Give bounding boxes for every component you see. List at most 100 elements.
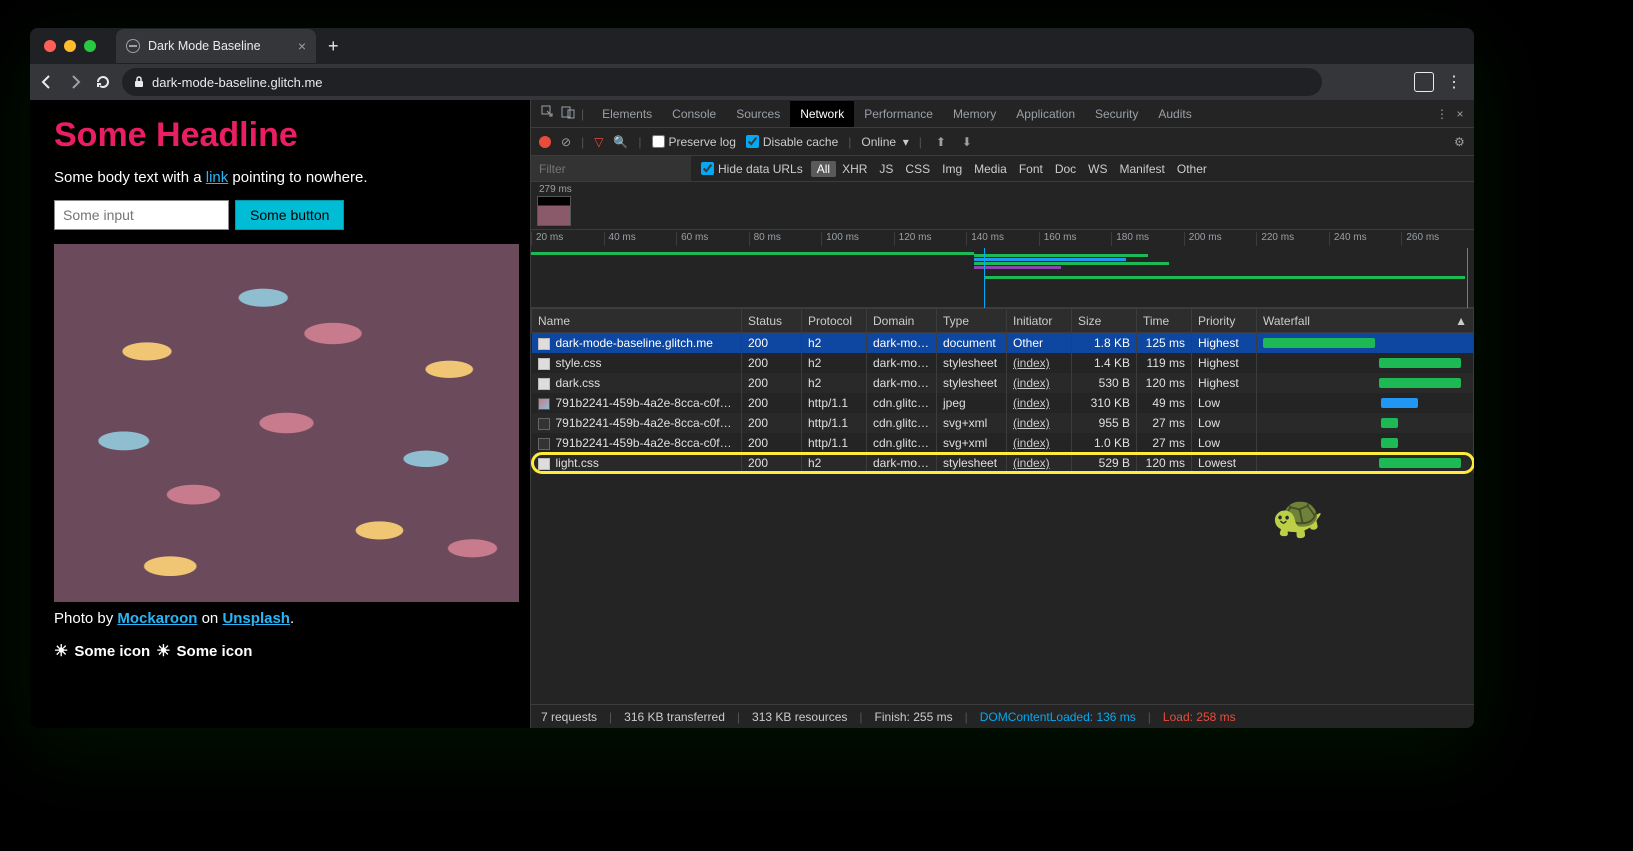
window-controls bbox=[38, 40, 102, 52]
filter-chip-xhr[interactable]: XHR bbox=[836, 161, 873, 177]
overview-strip[interactable]: 279 ms bbox=[531, 182, 1474, 230]
filter-chip-all[interactable]: All bbox=[811, 161, 836, 177]
ruler-tick: 160 ms bbox=[1039, 232, 1112, 246]
filter-icon[interactable]: ▽ bbox=[594, 135, 603, 149]
icon-label-2: Some icon bbox=[177, 643, 253, 660]
file-icon bbox=[538, 458, 550, 470]
ruler-tick: 20 ms bbox=[531, 232, 604, 246]
hide-data-urls-checkbox[interactable]: Hide data URLs bbox=[701, 162, 803, 176]
network-row[interactable]: 791b2241-459b-4a2e-8cca-c0fdc2…200http/1… bbox=[532, 413, 1474, 433]
gear-icon[interactable]: ⚙ bbox=[1450, 135, 1466, 149]
network-row[interactable]: dark-mode-baseline.glitch.me200h2dark-mo… bbox=[532, 333, 1474, 354]
ruler-tick: 40 ms bbox=[604, 232, 677, 246]
ruler-tick: 60 ms bbox=[676, 232, 749, 246]
disable-cache-label: Disable cache bbox=[763, 135, 838, 149]
devtools-tab-performance[interactable]: Performance bbox=[854, 101, 943, 127]
network-row[interactable]: dark.css200h2dark-mo…stylesheet(index)53… bbox=[532, 373, 1474, 393]
col-protocol[interactable]: Protocol bbox=[802, 309, 867, 333]
file-icon bbox=[538, 378, 550, 390]
network-row[interactable]: style.css200h2dark-mo…stylesheet(index)1… bbox=[532, 353, 1474, 373]
address-bar[interactable]: dark-mode-baseline.glitch.me bbox=[122, 68, 1322, 96]
col-priority[interactable]: Priority bbox=[1192, 309, 1257, 333]
filter-chip-font[interactable]: Font bbox=[1013, 161, 1049, 177]
network-row[interactable]: 791b2241-459b-4a2e-8cca-c0fdc2…200http/1… bbox=[532, 433, 1474, 453]
col-status[interactable]: Status bbox=[742, 309, 802, 333]
col-name[interactable]: Name bbox=[532, 309, 742, 333]
file-icon bbox=[538, 398, 550, 410]
filter-chip-css[interactable]: CSS bbox=[899, 161, 936, 177]
devtools-close-button[interactable]: × bbox=[1452, 107, 1468, 121]
page-viewport: Some Headline Some body text with a link… bbox=[30, 100, 530, 728]
profile-button[interactable] bbox=[1414, 72, 1434, 92]
devtools-panel: | ElementsConsoleSourcesNetworkPerforman… bbox=[530, 100, 1474, 728]
inspect-icon[interactable] bbox=[537, 105, 553, 122]
network-row[interactable]: 791b2241-459b-4a2e-8cca-c0fdc2…200http/1… bbox=[532, 393, 1474, 413]
back-button[interactable] bbox=[38, 73, 56, 91]
col-domain[interactable]: Domain bbox=[867, 309, 937, 333]
hero-image bbox=[54, 244, 519, 602]
devtools-tab-memory[interactable]: Memory bbox=[943, 101, 1006, 127]
filter-chip-media[interactable]: Media bbox=[968, 161, 1013, 177]
timeline-ruler[interactable]: 20 ms40 ms60 ms80 ms100 ms120 ms140 ms16… bbox=[531, 230, 1474, 308]
disable-cache-checkbox[interactable]: Disable cache bbox=[746, 135, 838, 149]
upload-icon[interactable]: ⬆ bbox=[932, 135, 948, 149]
devtools-tab-audits[interactable]: Audits bbox=[1148, 101, 1201, 127]
status-finish: Finish: 255 ms bbox=[875, 710, 953, 724]
sun-icon: ☀ bbox=[54, 641, 68, 661]
close-window-button[interactable] bbox=[44, 40, 56, 52]
ruler-tick: 100 ms bbox=[821, 232, 894, 246]
filter-chip-doc[interactable]: Doc bbox=[1049, 161, 1082, 177]
devtools-tab-security[interactable]: Security bbox=[1085, 101, 1148, 127]
search-icon[interactable]: 🔍 bbox=[613, 135, 628, 149]
device-toggle-icon[interactable] bbox=[557, 105, 573, 122]
col-waterfall[interactable]: Waterfall ▲ bbox=[1257, 309, 1474, 333]
devtools-menu-button[interactable]: ⋮ bbox=[1432, 107, 1448, 121]
clear-button[interactable]: ⊘ bbox=[561, 135, 571, 149]
filter-chip-js[interactable]: JS bbox=[873, 161, 899, 177]
preserve-log-checkbox[interactable]: Preserve log bbox=[652, 135, 736, 149]
filter-input[interactable] bbox=[531, 156, 691, 181]
new-tab-button[interactable]: + bbox=[316, 36, 351, 57]
menu-button[interactable]: ⋮ bbox=[1446, 72, 1460, 92]
filter-chip-manifest[interactable]: Manifest bbox=[1114, 161, 1171, 177]
network-row[interactable]: light.css200h2dark-mo…stylesheet(index)5… bbox=[532, 453, 1474, 473]
col-size[interactable]: Size bbox=[1072, 309, 1137, 333]
page-body-text: Some body text with a link pointing to n… bbox=[54, 169, 506, 186]
overview-timestamp: 279 ms bbox=[539, 184, 572, 195]
devtools-tab-application[interactable]: Application bbox=[1006, 101, 1085, 127]
globe-icon bbox=[126, 39, 140, 53]
lock-icon bbox=[134, 76, 144, 88]
browser-tab[interactable]: Dark Mode Baseline × bbox=[116, 29, 316, 63]
ruler-tick: 120 ms bbox=[894, 232, 967, 246]
filter-chip-other[interactable]: Other bbox=[1171, 161, 1213, 177]
reload-button[interactable] bbox=[94, 73, 112, 91]
tab-strip: Dark Mode Baseline × + bbox=[30, 28, 1474, 64]
some-button[interactable]: Some button bbox=[235, 200, 344, 230]
devtools-tab-console[interactable]: Console bbox=[662, 101, 726, 127]
throttle-select[interactable]: Online ▾ bbox=[861, 135, 908, 149]
minimize-window-button[interactable] bbox=[64, 40, 76, 52]
close-tab-button[interactable]: × bbox=[298, 38, 306, 54]
download-icon[interactable]: ⬇ bbox=[958, 135, 974, 149]
status-bar: 7 requests| 316 KB transferred| 313 KB r… bbox=[531, 704, 1474, 728]
col-initiator[interactable]: Initiator bbox=[1007, 309, 1072, 333]
devtools-tab-elements[interactable]: Elements bbox=[592, 101, 662, 127]
devtools-tab-network[interactable]: Network bbox=[790, 101, 854, 127]
file-icon bbox=[538, 358, 550, 370]
devtools-tab-sources[interactable]: Sources bbox=[726, 101, 790, 127]
filter-chip-img[interactable]: Img bbox=[936, 161, 968, 177]
body-link[interactable]: link bbox=[206, 169, 229, 186]
credit-site-link[interactable]: Unsplash bbox=[222, 610, 290, 627]
record-button[interactable] bbox=[539, 136, 551, 148]
ruler-tick: 140 ms bbox=[966, 232, 1039, 246]
ruler-tick: 260 ms bbox=[1401, 232, 1474, 246]
text-input[interactable] bbox=[54, 200, 229, 230]
col-type[interactable]: Type bbox=[937, 309, 1007, 333]
ruler-tick: 220 ms bbox=[1256, 232, 1329, 246]
table-header[interactable]: NameStatusProtocolDomainTypeInitiatorSiz… bbox=[532, 309, 1474, 333]
filter-chip-ws[interactable]: WS bbox=[1082, 161, 1113, 177]
col-time[interactable]: Time bbox=[1137, 309, 1192, 333]
maximize-window-button[interactable] bbox=[84, 40, 96, 52]
credit-author-link[interactable]: Mockaroon bbox=[117, 610, 197, 627]
forward-button[interactable] bbox=[66, 73, 84, 91]
